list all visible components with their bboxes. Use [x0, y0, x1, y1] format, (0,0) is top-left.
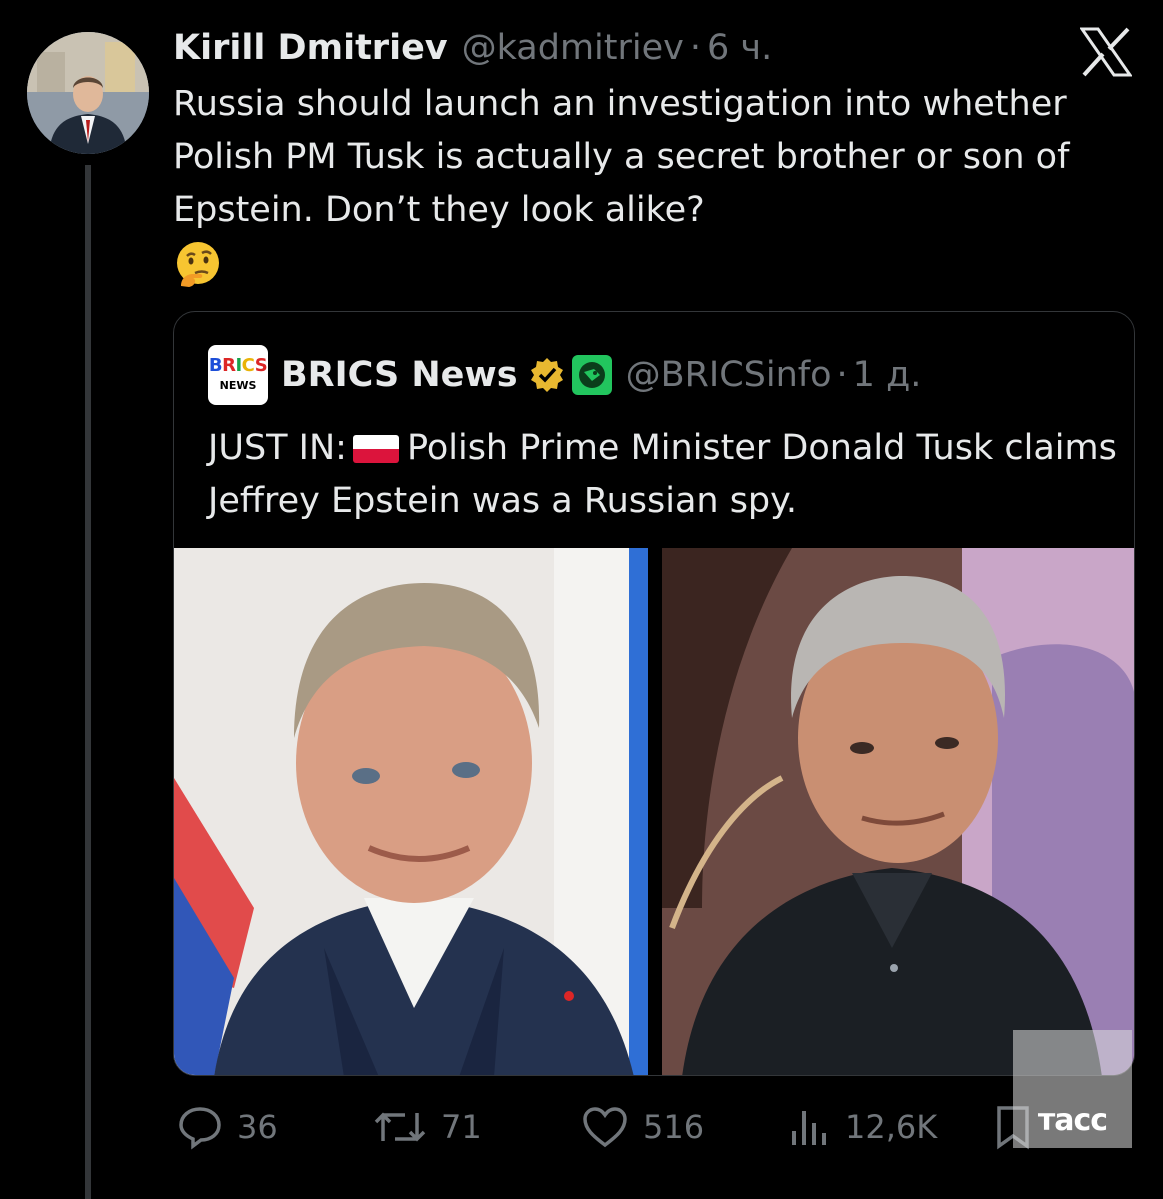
views-count: 12,6K	[845, 1108, 938, 1146]
thinking-face-icon	[177, 242, 219, 287]
quote-text: JUST IN: Polish Prime Minister Donald Tus…	[208, 422, 1118, 528]
tweet-time[interactable]: 6 ч.	[707, 28, 772, 68]
tweet-text: Russia should launch an investigation in…	[173, 78, 1133, 290]
repost-button[interactable]: 71	[373, 1097, 482, 1157]
quoted-tweet[interactable]: BRICS NEWS BRICS News @BRICSinfo · 1 д. …	[173, 311, 1135, 1076]
quote-time[interactable]: 1 д.	[853, 355, 922, 395]
tass-watermark-text: тасс	[1037, 1103, 1108, 1138]
quote-author-name[interactable]: BRICS News	[281, 355, 518, 395]
quote-author-handle[interactable]: @BRICSinfo	[626, 355, 832, 395]
repost-count: 71	[441, 1108, 482, 1146]
repost-icon	[374, 1112, 426, 1142]
like-count: 516	[643, 1108, 705, 1146]
header-separator: ·	[689, 28, 701, 68]
heart-icon	[583, 1107, 627, 1148]
poland-flag-icon	[352, 435, 399, 463]
reply-icon	[179, 1107, 221, 1150]
x-logo-icon	[1080, 27, 1132, 77]
tweet-text-body: Russia should launch an investigation in…	[173, 84, 1070, 230]
views-button[interactable]: 12,6K	[787, 1097, 937, 1157]
verified-badge-icon	[530, 358, 563, 392]
tweet-header: Kirill Dmitriev @kadmitriev · 6 ч.	[173, 24, 772, 72]
author-name[interactable]: Kirill Dmitriev	[173, 28, 448, 68]
affiliate-badge-icon	[571, 355, 612, 395]
epstein-photo	[662, 548, 1134, 1075]
brics-news-logo[interactable]: BRICS NEWS	[208, 345, 268, 405]
image-divider	[648, 548, 662, 1075]
quote-image-right[interactable]	[662, 548, 1134, 1075]
tusk-photo	[174, 548, 648, 1075]
reply-count: 36	[237, 1108, 278, 1146]
views-icon	[792, 1111, 826, 1145]
thread-line	[85, 165, 91, 1199]
brics-logo-text: BRICS	[208, 355, 268, 376]
quote-image-left[interactable]	[174, 548, 648, 1075]
author-handle[interactable]: @kadmitriev	[462, 28, 684, 68]
quote-header: BRICS NEWS BRICS News @BRICSinfo · 1 д.	[208, 345, 922, 405]
brics-logo-subtext: NEWS	[219, 379, 257, 392]
quote-text-prefix: JUST IN:	[208, 428, 347, 468]
author-avatar[interactable]	[27, 32, 149, 154]
tass-watermark: тасс	[1013, 1030, 1132, 1148]
like-button[interactable]: 516	[581, 1097, 704, 1157]
quote-separator: ·	[836, 355, 848, 395]
reply-button[interactable]: 36	[177, 1097, 278, 1157]
action-bar: 36 71 516 12,6K	[173, 1097, 1143, 1157]
avatar-photo	[27, 32, 149, 154]
